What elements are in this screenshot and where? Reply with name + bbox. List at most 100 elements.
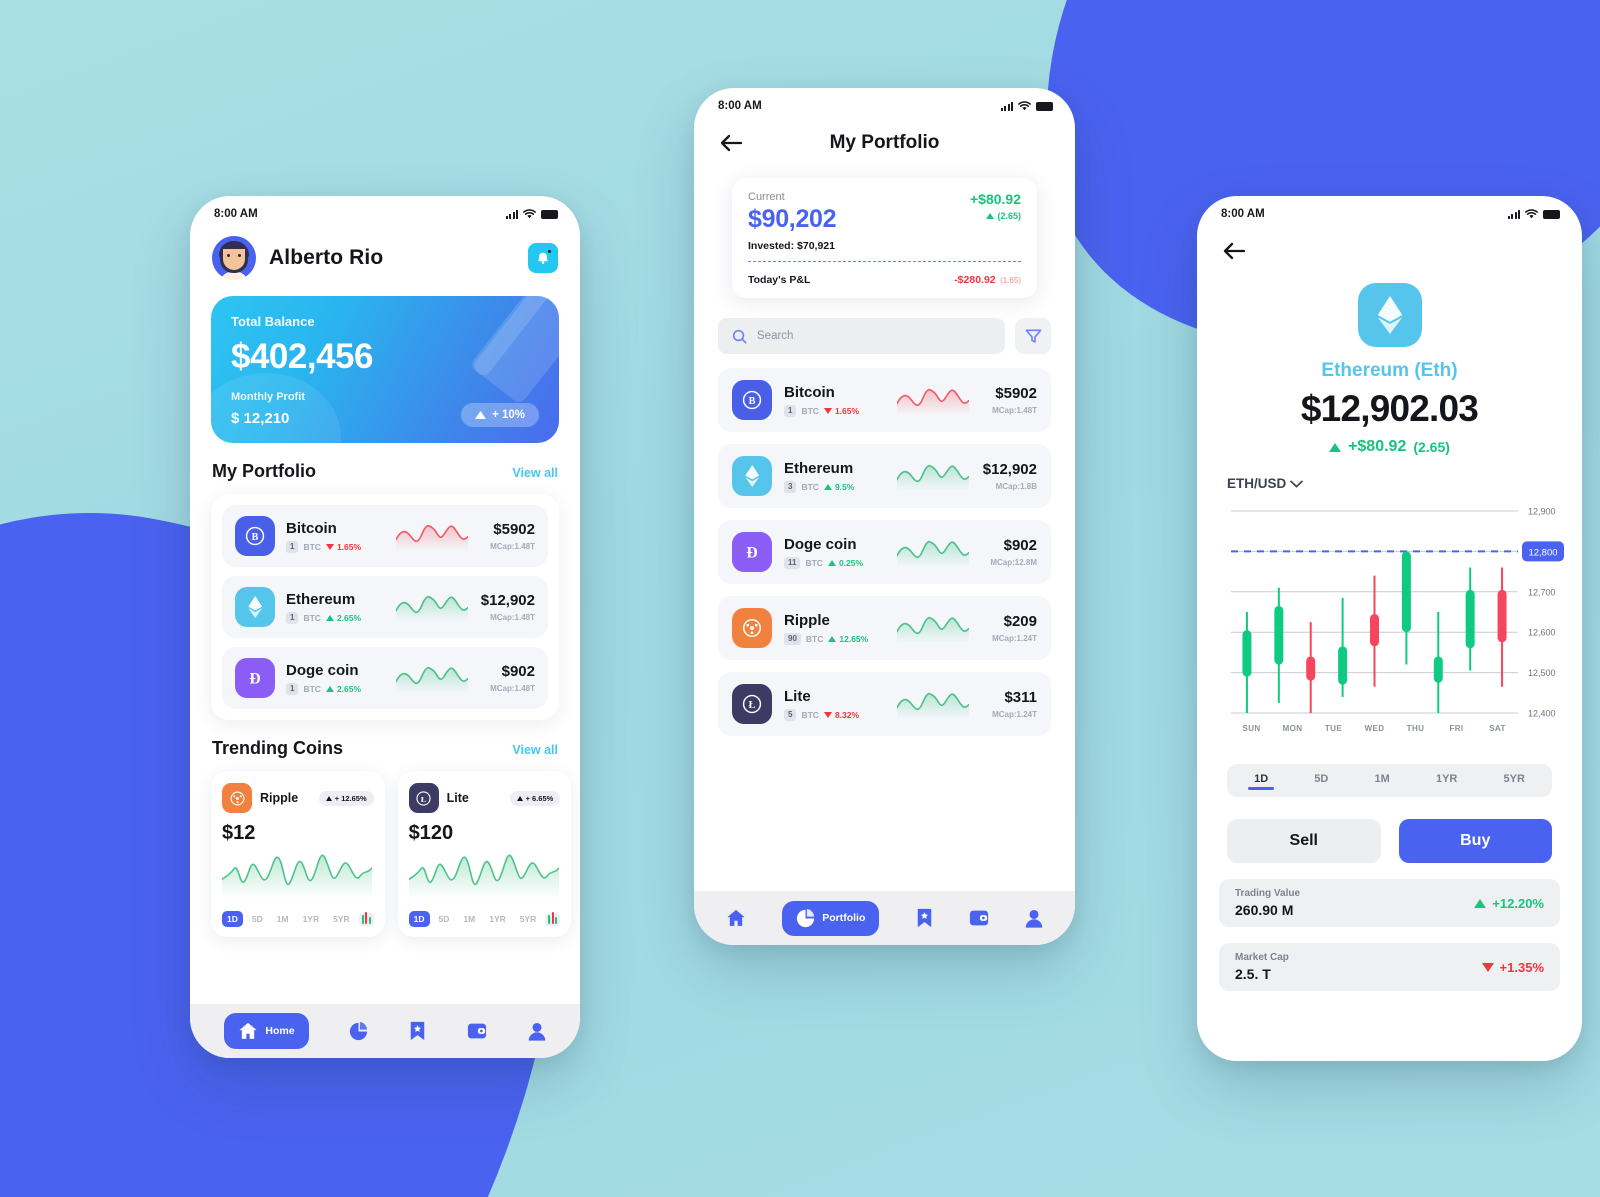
trending-card[interactable]: Ł Lite + 6.65% $120 1D 5D 1M 1YR 5YR	[397, 771, 572, 937]
back-arrow-icon[interactable]	[1221, 238, 1247, 264]
timeframe-1D[interactable]: 1D	[1254, 773, 1268, 790]
candlestick-toggle-icon[interactable]	[358, 911, 374, 926]
sparkline-chart	[897, 692, 969, 719]
search-icon	[732, 329, 747, 343]
stat-value: 2.5. T	[1235, 966, 1271, 982]
timeframe-5D[interactable]: 5D	[1314, 773, 1328, 790]
trending-coins-list: Ripple + 12.65% $12 1D 5D 1M 1YR 5YR Ł Lite …	[190, 759, 580, 937]
back-arrow-icon[interactable]	[718, 130, 744, 156]
coin-row[interactable]: B Bitcoin 1 BTC 1.65% $5902 MCap:1.48T	[222, 505, 548, 567]
coin-quantity: 1	[286, 540, 299, 553]
trending-card[interactable]: Ripple + 12.65% $12 1D 5D 1M 1YR 5YR	[211, 771, 385, 937]
coin-price: $12,902	[982, 461, 1037, 478]
nav-item-home[interactable]: Home	[224, 1013, 309, 1049]
svg-text:WED: WED	[1365, 724, 1385, 733]
phone-home-screen: 8:00 AM Alberto Rio Total Balance $402,4…	[190, 196, 580, 1058]
coin-change: 12.65%	[828, 634, 868, 644]
nav-item-profile[interactable]	[528, 1022, 546, 1041]
coin-meta: 5 BTC 8.32%	[784, 708, 885, 721]
search-box[interactable]	[718, 318, 1005, 354]
balance-amount: $402,456	[231, 337, 373, 376]
bookmark-star-icon	[410, 1021, 425, 1041]
coin-symbol: BTC	[805, 633, 824, 644]
timeframe-1D[interactable]: 1D	[222, 911, 243, 927]
nav-item-pie-chart[interactable]: Portfolio	[782, 900, 880, 936]
monthly-profit-value: $ 12,210	[231, 410, 290, 427]
nav-item-label: Home	[265, 1025, 295, 1037]
litecoin-glyph-icon: Ł	[742, 694, 762, 714]
nav-item-bookmark-star[interactable]	[916, 908, 933, 928]
portfolio-header: My Portfolio	[694, 114, 1075, 156]
timeframe-1D[interactable]: 1D	[408, 911, 430, 927]
coin-price: $12	[222, 822, 256, 844]
coin-icon	[235, 587, 275, 627]
timeframe-1YR[interactable]: 1YR	[1436, 773, 1457, 790]
triangle-up-icon	[475, 411, 487, 419]
battery-icon	[541, 209, 558, 219]
coin-change-percent: (2.65)	[1413, 439, 1450, 455]
svg-text:THU: THU	[1407, 724, 1425, 733]
coin-icon: Ł	[732, 684, 772, 724]
filter-button[interactable]	[1015, 318, 1051, 354]
coin-identity: Ethereum (Eth) $12,902.03 +$80.92 (2.65)	[1197, 283, 1582, 456]
triangle-up-icon	[823, 483, 832, 490]
pair-selector[interactable]: ETH/USD	[1197, 456, 1582, 491]
coin-row[interactable]: B Bitcoin 1 BTC 1.65% $5902 MCap:1.48T	[718, 368, 1051, 432]
coin-price: $902	[501, 663, 535, 680]
status-icons	[1000, 101, 1053, 111]
coin-row[interactable]: Ethereum 3 BTC 9.5% $12,902 MCap:1.8B	[718, 444, 1051, 508]
pair-label: ETH/USD	[1227, 476, 1287, 491]
notification-button[interactable]	[528, 243, 558, 273]
avatar[interactable]	[212, 236, 256, 280]
candlestick-toggle-icon[interactable]	[545, 911, 561, 926]
nav-item-pie-chart[interactable]	[349, 1021, 368, 1041]
coin-name: Doge coin	[286, 661, 359, 679]
coin-meta: 1 BTC 2.65%	[286, 682, 385, 695]
page-title: My Portfolio	[829, 132, 940, 153]
timeframe-1YR[interactable]: 1YR	[484, 911, 511, 927]
sparkline-chart	[396, 524, 468, 551]
triangle-down-icon	[823, 711, 832, 718]
svg-text:Ð: Ð	[746, 545, 757, 562]
nav-item-profile[interactable]	[1025, 909, 1043, 928]
timeframe-5YR[interactable]: 5YR	[515, 911, 542, 927]
triangle-up-icon	[325, 685, 334, 692]
coin-symbol: BTC	[801, 481, 819, 492]
gain-percent: (2.65)	[970, 211, 1021, 221]
coin-row[interactable]: Ł Lite 5 BTC 8.32% $311 MCap:1.24T	[718, 672, 1051, 736]
timeframe-5YR[interactable]: 5YR	[1504, 773, 1525, 790]
coin-name: Doge coin	[784, 535, 857, 553]
trending-view-all-link[interactable]: View all	[512, 743, 558, 757]
timeframe-5D[interactable]: 5D	[247, 911, 268, 927]
search-input[interactable]	[757, 330, 991, 342]
sell-button[interactable]: Sell	[1227, 819, 1381, 863]
svg-text:SAT: SAT	[1489, 724, 1506, 733]
coin-name: Bitcoin	[784, 383, 835, 401]
timeframe-1YR[interactable]: 1YR	[298, 911, 325, 927]
nav-item-wallet[interactable]	[969, 909, 989, 927]
nav-item-home[interactable]	[726, 908, 746, 928]
svg-text:Ł: Ł	[421, 794, 426, 803]
nav-item-bookmark-star[interactable]	[409, 1021, 426, 1041]
timeframe-1M[interactable]: 1M	[272, 911, 294, 927]
timeframe-1M[interactable]: 1M	[1375, 773, 1390, 790]
battery-icon	[1543, 209, 1560, 219]
timeframe-5YR[interactable]: 5YR	[328, 911, 355, 927]
stat-change: +1.35%	[1481, 960, 1544, 975]
sparkline-chart	[396, 595, 468, 622]
coin-row[interactable]: Ethereum 1 BTC 2.65% $12,902 MCap:1.48T	[222, 576, 548, 638]
timeframe-1M[interactable]: 1M	[458, 911, 480, 927]
coin-icon	[732, 456, 772, 496]
buy-button[interactable]: Buy	[1398, 819, 1552, 863]
coin-row[interactable]: Ð Doge coin 11 BTC 0.25% $902 MCap:12.8M	[718, 520, 1051, 584]
triangle-up-icon	[827, 559, 836, 566]
coin-row[interactable]: Ð Doge coin 1 BTC 2.65% $902 MCap:1.48T	[222, 647, 548, 709]
triangle-down-icon	[1481, 962, 1494, 972]
nav-item-wallet[interactable]	[467, 1022, 487, 1040]
triangle-up-icon	[325, 614, 334, 621]
portfolio-view-all-link[interactable]: View all	[512, 466, 558, 480]
coin-price: $209	[1003, 613, 1037, 630]
coin-row[interactable]: Ripple 90 BTC 12.65% $209 MCap:1.24T	[718, 596, 1051, 660]
timeframe-5D[interactable]: 5D	[434, 911, 455, 927]
candle-FRI	[1465, 589, 1475, 649]
